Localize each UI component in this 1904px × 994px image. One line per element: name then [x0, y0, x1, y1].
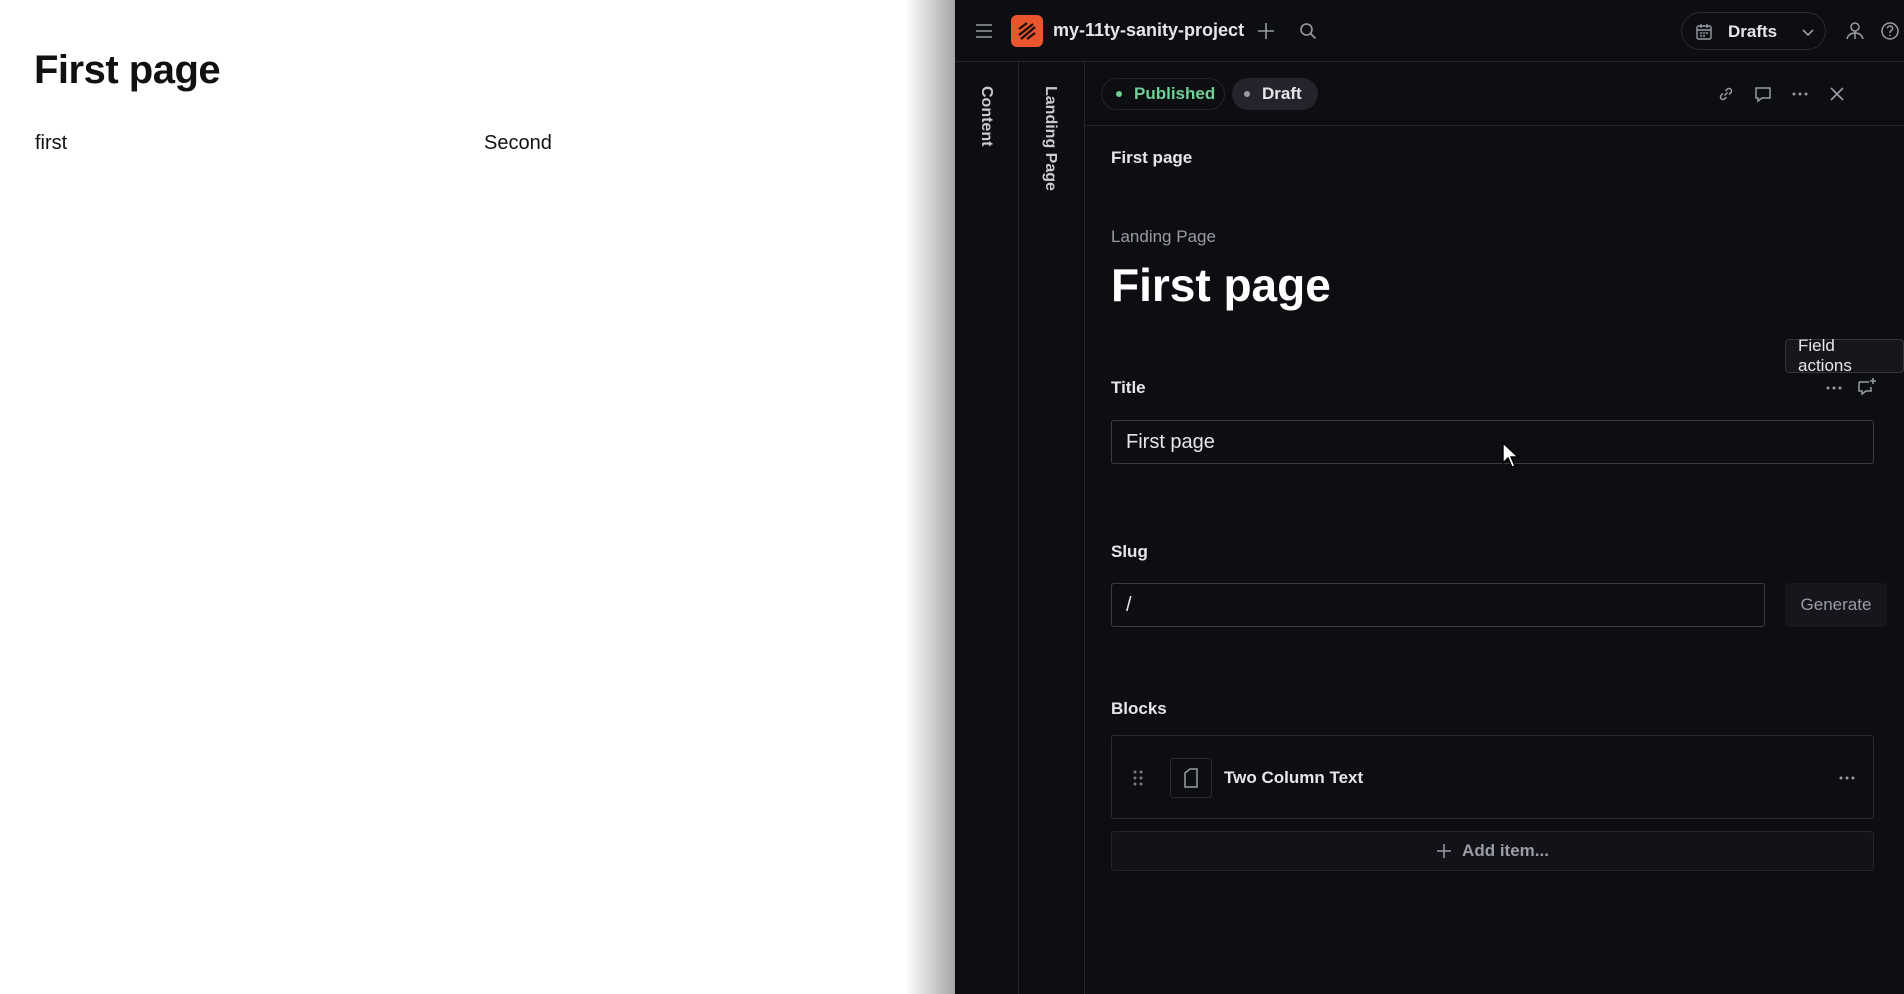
- slug-input[interactable]: /: [1111, 583, 1765, 627]
- close-icon[interactable]: [1826, 83, 1848, 105]
- project-name[interactable]: my-11ty-sanity-project: [1053, 20, 1244, 41]
- comment-icon[interactable]: [1752, 83, 1774, 105]
- field-actions-tooltip: Field actions: [1785, 336, 1904, 375]
- content-pane-collapsed[interactable]: Content: [955, 62, 1019, 994]
- studio-panel: my-11ty-sanity-project Drafts Content La…: [955, 0, 1904, 994]
- help-icon[interactable]: [1879, 20, 1901, 42]
- document-header: Published Draft: [1085, 62, 1904, 126]
- mouse-cursor-icon: [1502, 441, 1520, 473]
- plus-icon[interactable]: [1255, 20, 1277, 42]
- status-published-badge[interactable]: Published: [1101, 78, 1225, 110]
- published-dot-icon: [1116, 91, 1122, 97]
- search-icon[interactable]: [1297, 20, 1319, 42]
- block-item-name: Two Column Text: [1224, 768, 1364, 787]
- generate-slug-button[interactable]: Generate: [1785, 583, 1887, 627]
- perspective-label: Drafts: [1728, 22, 1778, 41]
- studio-topbar: my-11ty-sanity-project Drafts: [955, 0, 1904, 62]
- document-heading: First page: [1111, 259, 1331, 311]
- add-item-label: Add item...: [1462, 841, 1549, 860]
- chevron-down-icon: [1800, 24, 1816, 40]
- add-item-button[interactable]: Add item...: [1111, 831, 1874, 871]
- status-draft-badge[interactable]: Draft: [1232, 78, 1318, 110]
- field-more-icon[interactable]: [1823, 380, 1845, 396]
- preview-column-left: first: [35, 132, 68, 154]
- document-breadcrumb: First page: [1111, 148, 1193, 167]
- more-options-icon[interactable]: [1789, 83, 1811, 105]
- landing-page-pane-label[interactable]: Landing Page: [1041, 86, 1059, 191]
- drag-handle-icon[interactable]: [1130, 768, 1146, 788]
- preview-column-right: Second: [484, 132, 552, 154]
- add-comment-icon[interactable]: [1856, 376, 1878, 398]
- presence-icon[interactable]: [1844, 20, 1866, 42]
- block-item[interactable]: Two Column Text: [1111, 735, 1874, 819]
- status-published-label: Published: [1134, 84, 1216, 103]
- menu-icon[interactable]: [973, 20, 995, 42]
- status-draft-label: Draft: [1262, 84, 1302, 103]
- perspective-dropdown[interactable]: Drafts: [1681, 12, 1826, 50]
- document-type-label: Landing Page: [1111, 227, 1216, 246]
- title-field-label: Title: [1111, 378, 1146, 397]
- block-more-icon[interactable]: [1836, 770, 1858, 786]
- calendar-icon: [1694, 22, 1714, 42]
- slug-field-label: Slug: [1111, 542, 1148, 561]
- content-pane-label[interactable]: Content: [977, 86, 995, 146]
- draft-dot-icon: [1244, 91, 1250, 97]
- document-pane: Published Draft First page Landing Page …: [1085, 62, 1904, 994]
- link-icon[interactable]: [1715, 83, 1737, 105]
- panel-shadow: [905, 0, 955, 994]
- blocks-field-label: Blocks: [1111, 699, 1167, 718]
- plus-icon: [1437, 844, 1452, 858]
- website-preview: First page first Second: [0, 0, 955, 994]
- landing-page-pane-collapsed[interactable]: Landing Page: [1019, 62, 1085, 994]
- document-icon: [1170, 758, 1212, 798]
- title-input[interactable]: First page: [1111, 420, 1874, 464]
- project-logo-icon[interactable]: [1011, 15, 1043, 47]
- preview-title: First page: [34, 48, 221, 92]
